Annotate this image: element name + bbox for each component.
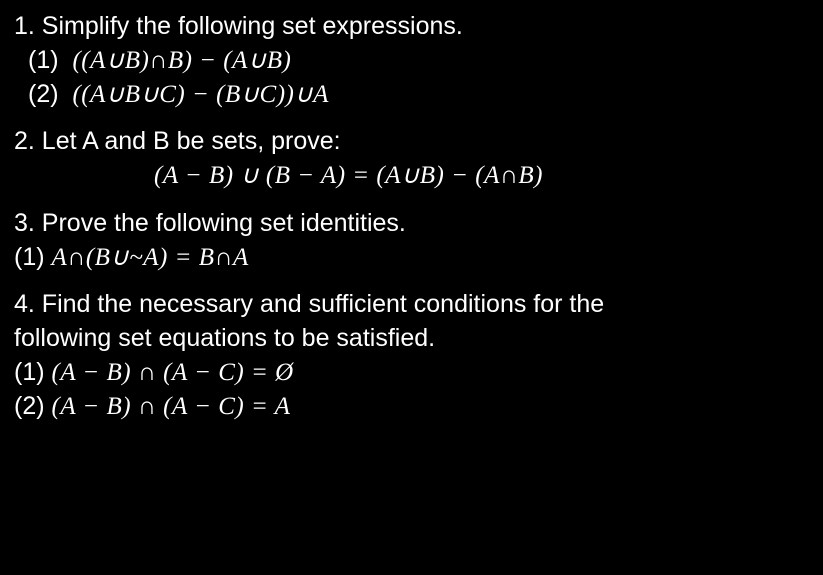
q4-p1-expr: (A − B) ∩ (A − C) = Ø — [52, 359, 294, 386]
q4-p2-expr: (A − B) ∩ (A − C) = A — [52, 393, 291, 420]
q4-p1-label: (1) — [14, 358, 45, 386]
q1-p2-label: (2) — [28, 80, 59, 108]
q2-expr: (A − B) ∪ (B − A) = (A∪B) − (A∩B) — [154, 162, 543, 189]
q1-p1-expr: ((A∪B)∩B) − (A∪B) — [72, 47, 291, 74]
document-page: 1. Simplify the following set expression… — [0, 0, 823, 433]
q1-p1-label: (1) — [28, 46, 59, 74]
q4-part-2: (2) (A − B) ∩ (A − C) = A — [14, 390, 809, 424]
question-3: 3. Prove the following set identities. (… — [14, 207, 809, 275]
question-1: 1. Simplify the following set expression… — [14, 10, 809, 111]
q1-part-1: (1) ((A∪B)∩B) − (A∪B) — [14, 44, 809, 78]
q4-stem-line1: 4. Find the necessary and sufficient con… — [14, 288, 809, 322]
q2-stem: 2. Let A and B be sets, prove: — [14, 125, 809, 159]
q3-part-1: (1) A∩(B∪~A) = B∩A — [14, 241, 809, 275]
q3-stem: 3. Prove the following set identities. — [14, 207, 809, 241]
q4-stem-line2: following set equations to be satisfied. — [14, 322, 809, 356]
question-4: 4. Find the necessary and sufficient con… — [14, 288, 809, 423]
q4-part-1: (1) (A − B) ∩ (A − C) = Ø — [14, 356, 809, 390]
q1-p2-expr: ((A∪B∪C) − (B∪C))∪A — [72, 81, 328, 108]
q3-p1-label: (1) — [14, 243, 45, 271]
q1-stem: 1. Simplify the following set expression… — [14, 10, 809, 44]
q1-part-2: (2) ((A∪B∪C) − (B∪C))∪A — [14, 78, 809, 112]
q3-p1-expr: A∩(B∪~A) = B∩A — [52, 244, 249, 271]
q2-expr-line: (A − B) ∪ (B − A) = (A∪B) − (A∩B) — [14, 159, 809, 193]
question-2: 2. Let A and B be sets, prove: (A − B) ∪… — [14, 125, 809, 193]
q4-p2-label: (2) — [14, 392, 45, 420]
